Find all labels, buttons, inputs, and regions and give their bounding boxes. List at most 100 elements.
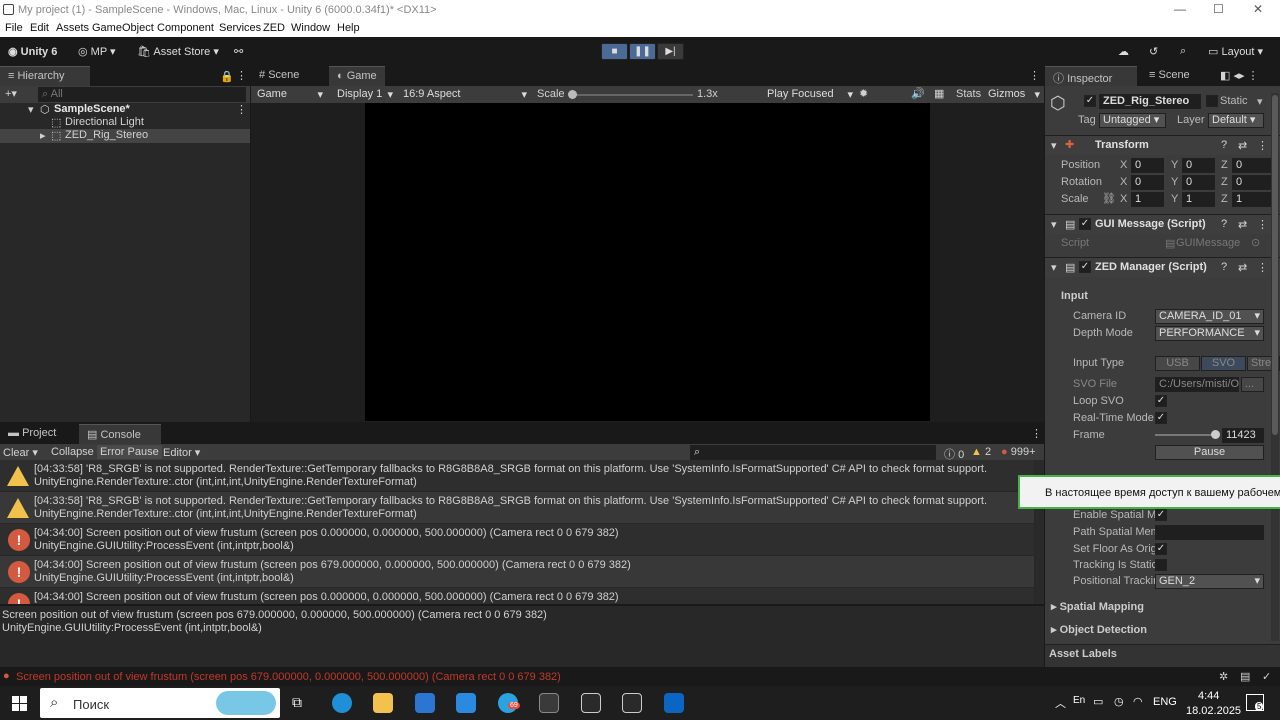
warning-count[interactable]: ▲ 2 — [971, 446, 991, 458]
aspect-dropdown[interactable]: 16:9 Aspect ▾ — [399, 87, 529, 102]
wifi-icon[interactable]: ◠ — [1133, 695, 1143, 708]
telegram-icon[interactable]: 69 — [498, 693, 520, 713]
sparkle-icon[interactable]: ✲ — [1219, 670, 1228, 683]
menu-assets[interactable]: Assets — [56, 22, 89, 34]
clock-time[interactable]: 4:44 — [1198, 690, 1219, 702]
tab-hierarchy[interactable]: ≡ Hierarchy — [0, 66, 90, 86]
frame-field[interactable]: 11423 — [1222, 428, 1264, 443]
set-floor-checkbox[interactable]: ✓ — [1155, 543, 1167, 555]
pause-button[interactable]: ❚❚ — [629, 43, 656, 60]
positional-dropdown[interactable]: GEN_2 ▾ — [1155, 574, 1264, 589]
list-item[interactable]: ⬚ Directional Light — [0, 116, 250, 130]
collapse-button[interactable]: Collapse — [51, 446, 94, 458]
help-icon[interactable]: ? — [1221, 218, 1227, 230]
log-entry[interactable]: [04:33:58] 'R8_SRGB' is not supported. R… — [0, 460, 1034, 491]
version-control-icon[interactable]: ⚯ — [234, 45, 243, 58]
scene-menu-icon[interactable]: ⋮ — [236, 103, 247, 116]
tab-scene-inspector[interactable]: ≡ Scene — [1141, 66, 1198, 86]
bug-icon[interactable]: ✹ — [859, 87, 868, 100]
edge-icon[interactable] — [332, 693, 352, 713]
component-enabled-checkbox[interactable]: ✓ — [1079, 261, 1091, 273]
file-explorer-icon[interactable] — [373, 693, 393, 713]
rotation-x-field[interactable]: 0 — [1131, 175, 1164, 190]
battery-icon[interactable]: ▭ — [1093, 695, 1103, 708]
log-entry[interactable]: ! [04:34:00] Screen position out of view… — [0, 556, 1034, 587]
menu-file[interactable]: File — [5, 22, 23, 34]
grid-icon[interactable]: ▦ — [934, 87, 944, 100]
spatial-mapping-foldout[interactable]: ▸ Spatial Mapping — [1051, 600, 1144, 613]
object-picker-icon[interactable]: ⊙ — [1251, 236, 1260, 249]
fold-arrow-icon[interactable]: ▾ — [1051, 218, 1057, 231]
component-menu-icon[interactable]: ⋮ — [1257, 139, 1268, 152]
audio-icon[interactable]: 🔊 — [911, 87, 925, 100]
component-enabled-checkbox[interactable]: ✓ — [1079, 218, 1091, 230]
log-entry[interactable]: ! [04:34:00] Screen position out of view… — [0, 524, 1034, 555]
unity-editor-icon[interactable] — [622, 693, 642, 713]
minimize-button[interactable]: — — [1174, 2, 1186, 16]
component-menu-icon[interactable]: ⋮ — [1257, 218, 1268, 231]
asset-labels-bar[interactable]: Asset Labels — [1045, 644, 1280, 667]
tab-scroll-icon[interactable]: ◧ ◂▸ ⋮ — [1220, 69, 1259, 82]
asset-store-button[interactable]: 🛍 Asset Store ▾ — [137, 45, 219, 58]
gizmos-dropdown[interactable]: Gizmos ▾ — [984, 87, 1042, 102]
transform-header[interactable]: ▾ ✚ Transform ? ⇄ ⋮ — [1045, 135, 1280, 155]
log-entry[interactable]: [04:33:58] 'R8_SRGB' is not supported. R… — [0, 492, 1034, 523]
layout-dropdown[interactable]: ▭ Layout ▾ — [1208, 45, 1263, 58]
menu-services[interactable]: Services — [219, 22, 261, 34]
depth-mode-dropdown[interactable]: PERFORMANCE ▾ — [1155, 326, 1264, 341]
search-icon[interactable]: ⌕ — [1180, 45, 1186, 58]
tab-console[interactable]: ▤ Console — [79, 424, 161, 444]
collapse-arrow-icon[interactable]: ▸ — [40, 129, 46, 142]
input-type-usb[interactable]: USB — [1155, 356, 1200, 371]
add-icon[interactable]: +▾ — [5, 87, 17, 100]
cloud-icon[interactable]: ☁ — [1118, 45, 1129, 58]
play-button[interactable]: ■ — [601, 43, 628, 60]
scrollbar-thumb[interactable] — [1272, 95, 1278, 435]
taskbar-search-input[interactable]: ⌕ Поиск — [40, 688, 280, 718]
windows-start-icon[interactable] — [12, 696, 27, 711]
scale-y-field[interactable]: 1 — [1182, 192, 1215, 207]
hierarchy-search-input[interactable]: ⌕ All — [38, 87, 246, 102]
close-button[interactable]: ✕ — [1253, 2, 1263, 16]
language-indicator[interactable]: ENG — [1153, 696, 1177, 708]
preset-icon[interactable]: ⇄ — [1238, 218, 1247, 231]
history-icon[interactable]: ↺ — [1149, 45, 1158, 58]
position-x-field[interactable]: 0 — [1131, 158, 1164, 173]
help-icon[interactable]: ? — [1221, 261, 1227, 273]
play-focused-dropdown[interactable]: Play Focused ▾ — [763, 87, 855, 102]
help-icon[interactable]: ? — [1221, 139, 1227, 151]
list-item[interactable]: ▾ ⬡ SampleScene* ⋮ — [0, 103, 250, 117]
loop-svo-checkbox[interactable]: ✓ — [1155, 395, 1167, 407]
game-view-dropdown[interactable]: Game ▾ — [253, 87, 325, 102]
component-menu-icon[interactable]: ⋮ — [1257, 261, 1268, 274]
mail-icon[interactable] — [456, 693, 476, 713]
menu-edit[interactable]: Edit — [30, 22, 49, 34]
tracking-static-checkbox[interactable] — [1155, 559, 1167, 571]
menu-gameobject[interactable]: GameObject — [92, 22, 154, 34]
lock-icon[interactable]: 🔒 — [220, 70, 234, 83]
editor-dropdown[interactable]: Editor ▾ — [163, 446, 200, 459]
console-search-input[interactable]: ⌕ — [690, 445, 936, 460]
object-name-field[interactable]: ZED_Rig_Stereo — [1099, 94, 1201, 109]
log-entry[interactable]: ! [04:34:00] Screen position out of view… — [0, 588, 1034, 604]
rotation-y-field[interactable]: 0 — [1182, 175, 1215, 190]
svo-browse-button[interactable]: ... — [1241, 377, 1264, 392]
game-viewport[interactable] — [365, 103, 930, 421]
maximize-button[interactable]: ☐ — [1213, 2, 1224, 16]
more-icon[interactable]: ⋮ — [1029, 69, 1040, 82]
layer-dropdown[interactable]: Default ▾ — [1208, 113, 1264, 128]
tab-game[interactable]: ◐ Game — [329, 66, 385, 86]
frame-slider-handle[interactable] — [1211, 430, 1220, 439]
more-icon[interactable]: ⋮ — [1031, 427, 1042, 440]
input-type-svo[interactable]: SVO — [1201, 356, 1246, 371]
remote-access-notification[interactable]: В настоящее время доступ к вашему рабоче… — [1018, 475, 1280, 509]
tab-inspector[interactable]: ⓘ Inspector — [1045, 66, 1137, 86]
menu-window[interactable]: Window — [291, 22, 330, 34]
pause-button[interactable]: Pause — [1155, 445, 1264, 460]
layers-icon[interactable]: ▤ — [1240, 670, 1250, 683]
more-icon[interactable]: ⋮ — [236, 69, 247, 82]
display-dropdown[interactable]: Display 1 ▾ — [333, 87, 395, 102]
error-count[interactable]: ● 999+ — [1001, 446, 1036, 458]
account-button[interactable]: ◎ MP ▾ — [78, 45, 116, 58]
chat-icon[interactable]: ◷ — [1114, 695, 1124, 708]
